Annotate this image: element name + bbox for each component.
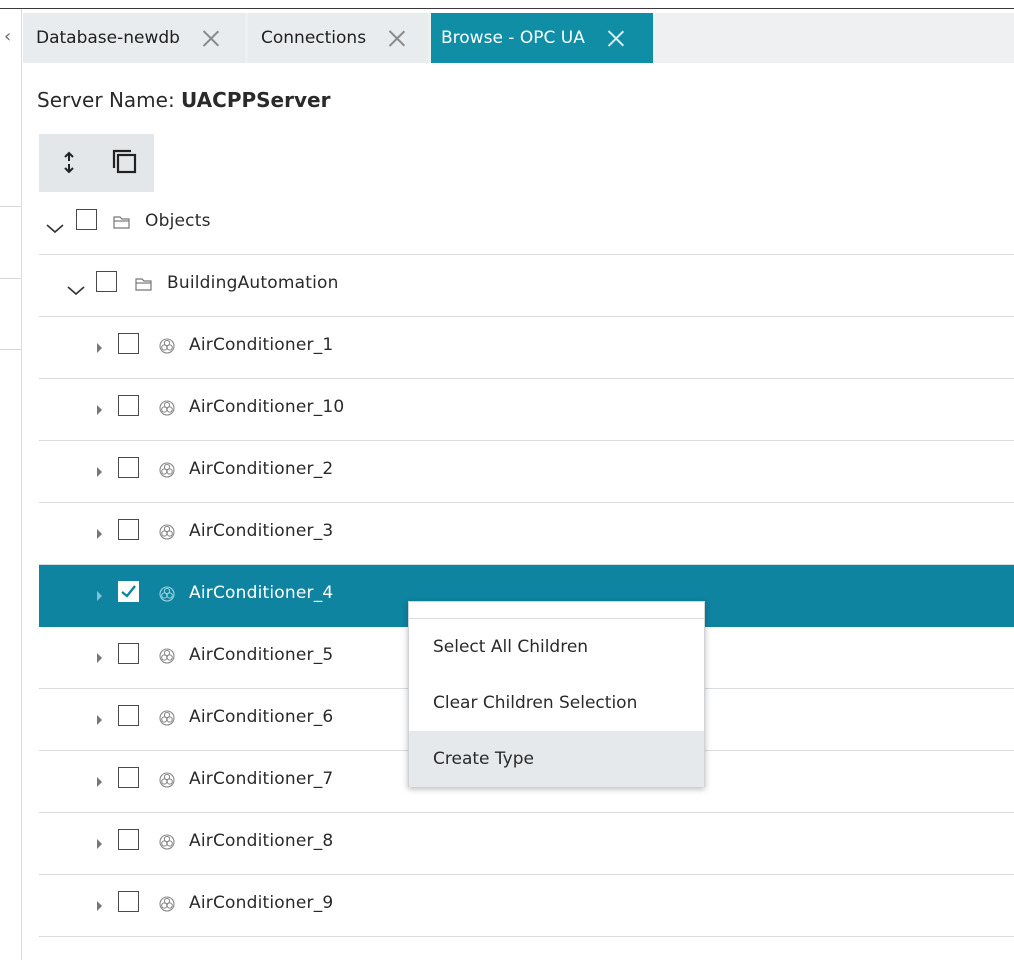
chevron-right-icon[interactable] (92, 462, 112, 482)
server-name-value: UACPPServer (181, 88, 331, 112)
tree-node-label: AirConditioner_3 (189, 521, 334, 541)
folder-icon (113, 216, 130, 229)
chevron-right-icon[interactable] (92, 834, 112, 854)
menu-item-create-type[interactable]: Create Type (409, 731, 704, 787)
tab-browse-opc-ua[interactable]: Browse - OPC UA (431, 13, 653, 63)
chevron-right-icon[interactable] (92, 648, 112, 668)
tree-node-label: Objects (145, 211, 211, 231)
tree-node-label: BuildingAutomation (167, 273, 339, 293)
tab-label: Browse - OPC UA (441, 28, 585, 48)
object-node-icon (159, 648, 175, 664)
object-node-icon (159, 586, 175, 602)
tree-node-checkbox[interactable] (118, 643, 139, 664)
object-node-icon (159, 400, 175, 416)
close-icon[interactable] (202, 29, 220, 47)
expand-collapse-button[interactable] (44, 134, 98, 192)
server-name: Server Name: UACPPServer (37, 88, 330, 112)
tree-node-checkbox[interactable] (96, 271, 117, 292)
tree-node-label: AirConditioner_2 (189, 459, 334, 479)
table-row[interactable]: AirConditioner_3 (39, 503, 1014, 565)
chevron-right-icon[interactable] (92, 710, 112, 730)
object-node-icon (159, 834, 175, 850)
tab-database-newdb[interactable]: Database-newdb (23, 13, 245, 63)
tree-node-label: AirConditioner_4 (189, 583, 334, 603)
menu-item-clear-children-selection[interactable]: Clear Children Selection (409, 675, 704, 731)
chevron-right-icon[interactable] (92, 400, 112, 420)
tab-label: Database-newdb (36, 28, 180, 48)
tree-node-checkbox[interactable] (118, 767, 139, 788)
tab-connections[interactable]: Connections (248, 13, 428, 63)
object-node-icon (159, 338, 175, 354)
tree-node-checkbox[interactable] (118, 581, 139, 602)
menu-item-select-all-children[interactable]: Select All Children (409, 619, 704, 675)
table-row[interactable]: AirConditioner_9 (39, 875, 1014, 937)
chevron-down-icon[interactable] (45, 217, 65, 237)
tab-bar: Database-newdb Connections Browse - OPC … (23, 13, 1014, 63)
object-node-icon (159, 524, 175, 540)
chevron-right-icon[interactable] (92, 772, 112, 792)
object-node-icon (159, 462, 175, 478)
chevron-down-icon[interactable] (66, 279, 86, 299)
tree-node-label: AirConditioner_7 (189, 769, 334, 789)
tree-node-checkbox[interactable] (118, 705, 139, 726)
chevron-right-icon[interactable] (92, 338, 112, 358)
left-panel-divider (0, 206, 21, 207)
chevron-right-icon[interactable] (92, 896, 112, 916)
checkmark-icon (121, 585, 136, 598)
tree-node-buildingautomation[interactable]: BuildingAutomation (39, 255, 1014, 317)
object-node-icon (159, 772, 175, 788)
tree-node-checkbox[interactable] (118, 395, 139, 416)
tree-node-label: AirConditioner_5 (189, 645, 334, 665)
chevron-right-icon[interactable] (92, 524, 112, 544)
tree-node-checkbox[interactable] (118, 891, 139, 912)
opc-ua-tree: Objects BuildingAutomation AirConditione… (39, 193, 1014, 937)
tree-node-label: AirConditioner_8 (189, 831, 334, 851)
copy-icon (112, 149, 137, 174)
left-panel-edge (21, 9, 22, 960)
expand-collapse-icon (64, 151, 74, 174)
left-panel-divider (0, 278, 21, 279)
tree-node-label: AirConditioner_1 (189, 335, 334, 355)
object-node-icon (159, 896, 175, 912)
close-icon[interactable] (388, 29, 406, 47)
tree-toolbar (39, 134, 154, 192)
tree-node-checkbox[interactable] (118, 519, 139, 540)
tree-node-objects[interactable]: Objects (39, 193, 1014, 255)
left-collapse-chevron-icon[interactable]: ‹ (4, 28, 11, 46)
tree-node-label: AirConditioner_6 (189, 707, 334, 727)
table-row[interactable]: AirConditioner_2 (39, 441, 1014, 503)
folder-icon (135, 278, 152, 291)
tree-node-checkbox[interactable] (118, 333, 139, 354)
table-row[interactable]: AirConditioner_8 (39, 813, 1014, 875)
top-border (0, 8, 1014, 9)
table-row[interactable]: AirConditioner_10 (39, 379, 1014, 441)
chevron-right-icon[interactable] (92, 586, 112, 606)
copy-button[interactable] (101, 134, 155, 192)
object-node-icon (159, 710, 175, 726)
server-name-label: Server Name: (37, 88, 182, 112)
tree-node-label: AirConditioner_9 (189, 893, 334, 913)
tab-label: Connections (261, 28, 367, 48)
left-panel-divider (0, 349, 21, 350)
table-row[interactable]: AirConditioner_1 (39, 317, 1014, 379)
tree-node-checkbox[interactable] (76, 209, 97, 230)
context-menu: Select All Children Clear Children Selec… (408, 601, 705, 787)
close-icon[interactable] (607, 29, 625, 47)
tree-node-checkbox[interactable] (118, 457, 139, 478)
tree-node-checkbox[interactable] (118, 829, 139, 850)
tree-node-label: AirConditioner_10 (189, 397, 345, 417)
